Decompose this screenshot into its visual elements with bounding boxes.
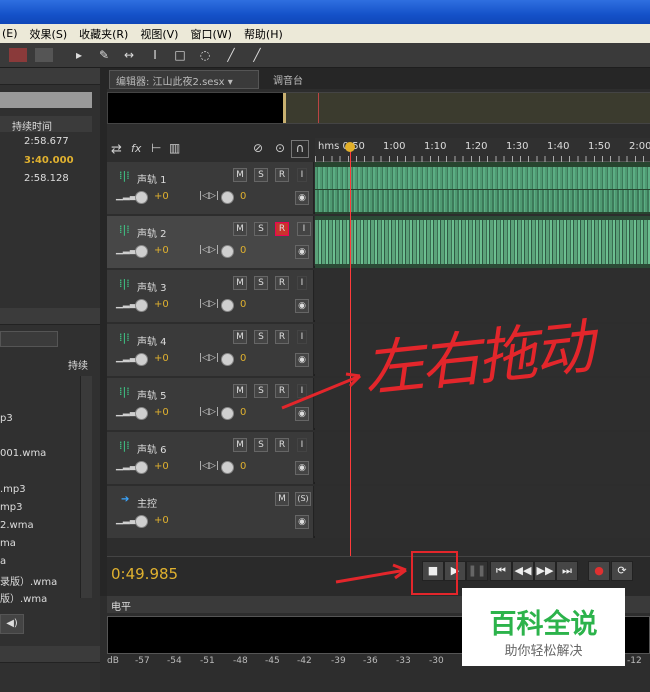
watermark-main: 百科全说 — [489, 609, 598, 640]
drag-arrow — [281, 374, 361, 410]
watermark-sub: 助你轻松解决 — [504, 644, 583, 659]
play-highlight-box — [411, 551, 458, 595]
watermark-logo: 百科全说 助你轻松解决 — [462, 588, 625, 666]
